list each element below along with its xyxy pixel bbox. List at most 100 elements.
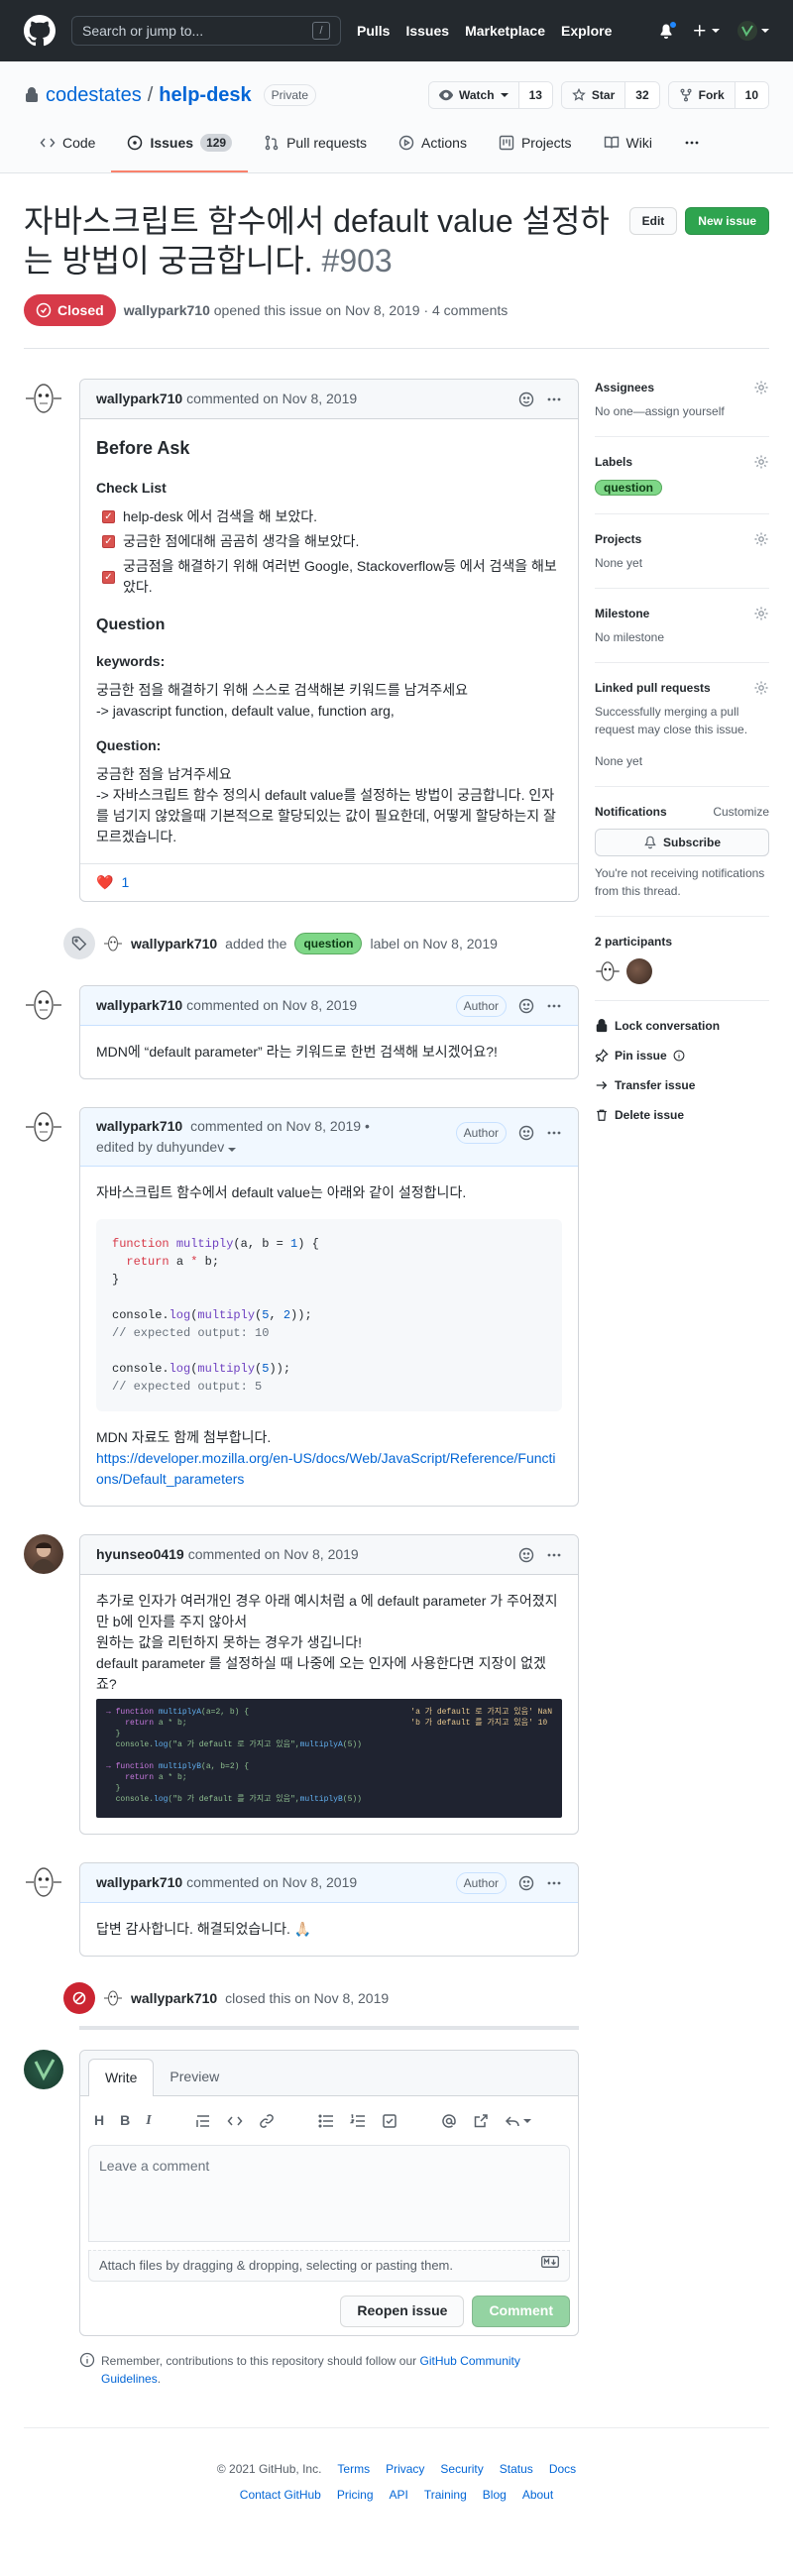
tab-preview[interactable]: Preview	[154, 2059, 235, 2095]
subscribe-button[interactable]: Subscribe	[595, 829, 769, 856]
label-question[interactable]: question	[595, 480, 662, 496]
gear-icon[interactable]	[753, 454, 769, 470]
footer-link-docs[interactable]: Docs	[549, 2460, 576, 2478]
fork-count[interactable]: 10	[735, 82, 768, 108]
kebab-horizontal-icon[interactable]	[546, 392, 562, 407]
heading-icon[interactable]: H	[94, 2110, 104, 2131]
footer-link-blog[interactable]: Blog	[483, 2486, 507, 2504]
user-avatar-menu[interactable]	[737, 21, 769, 41]
create-new-icon[interactable]	[692, 23, 720, 39]
footer-link-pricing[interactable]: Pricing	[337, 2486, 374, 2504]
smiley-icon[interactable]	[518, 1547, 534, 1563]
smiley-icon[interactable]	[518, 998, 534, 1014]
comment-timestamp[interactable]: commented on Nov 8, 2019 •	[190, 1118, 370, 1134]
repo-owner-link[interactable]: codestates	[46, 80, 142, 110]
tab-projects[interactable]: Projects	[483, 127, 588, 172]
comment-author-link[interactable]: wallypark710	[96, 1118, 182, 1134]
star-count[interactable]: 32	[625, 82, 659, 108]
bold-icon[interactable]: B	[120, 2110, 130, 2131]
footer-link-security[interactable]: Security	[440, 2460, 483, 2478]
comment-author-link[interactable]: wallypark710	[96, 1872, 182, 1893]
wallypark710-mini-avatar[interactable]	[103, 1988, 123, 2008]
footer-link-api[interactable]: API	[390, 2486, 408, 2504]
nav-pulls[interactable]: Pulls	[357, 21, 390, 42]
italic-icon[interactable]: I	[146, 2110, 151, 2131]
tab-pull-requests[interactable]: Pull requests	[248, 127, 383, 172]
footer-link-about[interactable]: About	[522, 2486, 553, 2504]
attach-files-bar[interactable]: Attach files by dragging & dropping, sel…	[88, 2250, 570, 2282]
watch-button[interactable]: Watch 13	[428, 81, 553, 109]
delete-issue-link[interactable]: Delete issue	[595, 1106, 769, 1124]
repo-name-link[interactable]: help-desk	[159, 80, 251, 110]
nav-explore[interactable]: Explore	[561, 21, 612, 42]
tab-code[interactable]: Code	[24, 127, 111, 172]
task-list-icon[interactable]	[382, 2113, 397, 2129]
star-button[interactable]: Star 32	[560, 81, 660, 109]
hyunseo0419-avatar[interactable]	[24, 1534, 63, 1574]
code-icon[interactable]	[227, 2113, 243, 2129]
comment-timestamp[interactable]: commented on Nov 8, 2019	[186, 389, 357, 409]
gear-icon[interactable]	[753, 380, 769, 395]
wallypark710-mini-avatar[interactable]	[103, 934, 123, 953]
gear-icon[interactable]	[753, 606, 769, 621]
info-icon[interactable]	[673, 1050, 685, 1062]
event-author[interactable]: wallypark710	[131, 1988, 217, 2009]
tab-write[interactable]: Write	[88, 2059, 155, 2096]
footer-link-contact[interactable]: Contact GitHub	[240, 2486, 321, 2504]
wallypark710-avatar[interactable]	[24, 379, 63, 418]
checkbox-checked-icon[interactable]: ✓	[102, 510, 115, 523]
pin-issue-link[interactable]: Pin issue	[595, 1047, 769, 1064]
footer-link-status[interactable]: Status	[500, 2460, 533, 2478]
watch-count[interactable]: 13	[518, 82, 552, 108]
footer-link-training[interactable]: Training	[424, 2486, 467, 2504]
comment-textarea[interactable]: Leave a comment	[88, 2145, 570, 2242]
heart-reaction[interactable]: ❤️ 1	[96, 872, 129, 893]
transfer-issue-link[interactable]: Transfer issue	[595, 1076, 769, 1094]
comment-timestamp[interactable]: commented on Nov 8, 2019	[188, 1544, 359, 1565]
footer-link-privacy[interactable]: Privacy	[386, 2460, 424, 2478]
tab-actions[interactable]: Actions	[383, 127, 483, 172]
notifications-bell-icon[interactable]	[658, 21, 677, 39]
unordered-list-icon[interactable]	[318, 2113, 334, 2129]
tab-issues[interactable]: Issues 129	[111, 127, 249, 172]
nav-issues[interactable]: Issues	[405, 21, 449, 42]
kebab-horizontal-icon[interactable]	[546, 1875, 562, 1891]
tab-wiki[interactable]: Wiki	[588, 127, 668, 172]
wallypark710-avatar[interactable]	[24, 1107, 63, 1147]
wallypark710-avatar[interactable]	[24, 985, 63, 1025]
customize-link[interactable]: Customize	[713, 803, 769, 821]
cross-reference-icon[interactable]	[473, 2113, 489, 2129]
event-author[interactable]: wallypark710	[131, 934, 217, 954]
fork-button[interactable]: Fork 10	[667, 81, 769, 109]
ordered-list-icon[interactable]	[349, 2113, 366, 2129]
kebab-horizontal-icon[interactable]	[546, 1125, 562, 1141]
gear-icon[interactable]	[753, 680, 769, 696]
gear-icon[interactable]	[753, 531, 769, 547]
comment-author-link[interactable]: wallypark710	[96, 995, 182, 1016]
mdn-link[interactable]: https://developer.mozilla.org/en-US/docs…	[96, 1450, 556, 1487]
label-question[interactable]: question	[294, 933, 363, 954]
assignees-value[interactable]: No one—assign yourself	[595, 402, 769, 420]
kebab-horizontal-icon[interactable]	[546, 998, 562, 1014]
comment-button[interactable]: Comment	[472, 2295, 570, 2327]
checkbox-checked-icon[interactable]: ✓	[102, 570, 115, 584]
lock-conversation-link[interactable]: Lock conversation	[595, 1017, 769, 1035]
mention-icon[interactable]	[441, 2113, 457, 2129]
wallypark710-avatar[interactable]	[24, 1862, 63, 1902]
edit-button[interactable]: Edit	[628, 207, 678, 235]
edited-by-dropdown[interactable]: edited by duhyundev	[96, 1139, 237, 1155]
new-issue-button[interactable]: New issue	[685, 207, 769, 235]
smiley-icon[interactable]	[518, 1875, 534, 1891]
smiley-icon[interactable]	[518, 392, 534, 407]
issue-author-link[interactable]: wallypark710	[124, 302, 210, 318]
participant-avatar[interactable]	[626, 958, 652, 984]
github-logo-icon[interactable]	[24, 15, 56, 47]
nav-marketplace[interactable]: Marketplace	[465, 21, 545, 42]
comment-author-link[interactable]: hyunseo0419	[96, 1544, 184, 1565]
smiley-icon[interactable]	[518, 1125, 534, 1141]
markdown-icon[interactable]	[541, 2256, 559, 2276]
comment-author-link[interactable]: wallypark710	[96, 389, 182, 409]
checkbox-checked-icon[interactable]: ✓	[102, 535, 115, 548]
quote-icon[interactable]	[195, 2113, 211, 2129]
footer-link-terms[interactable]: Terms	[337, 2460, 370, 2478]
